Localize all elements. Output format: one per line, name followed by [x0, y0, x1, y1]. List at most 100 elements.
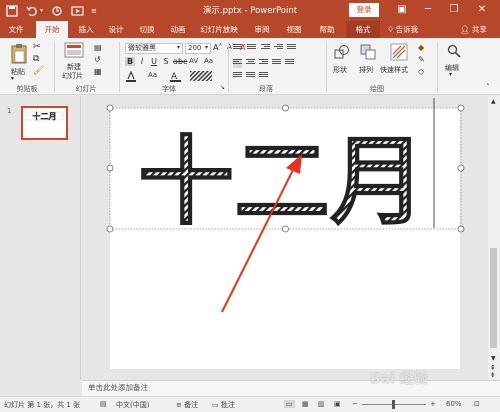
scroll-up-icon[interactable]: ▲ [491, 98, 496, 105]
layout-icon[interactable]: ▤ [94, 43, 102, 52]
tab-format[interactable]: 格式 [346, 21, 380, 38]
next-slide-icon[interactable]: ⇟ [490, 371, 496, 379]
ribbon-display-options-icon[interactable]: ▣ [392, 2, 412, 18]
shapes-icon[interactable] [334, 44, 350, 60]
tab-slideshow[interactable]: 幻灯片放映 [196, 21, 242, 38]
character-spacing-icon[interactable]: AV [189, 57, 198, 65]
notes-pane[interactable]: 单击此处添加备注 [82, 380, 500, 396]
group-divider [54, 42, 55, 92]
increase-indent-icon[interactable] [274, 44, 283, 53]
editing-dropdown-icon[interactable]: ▾ [449, 71, 452, 78]
resize-handle-right[interactable] [457, 164, 465, 172]
tab-animations[interactable]: 动画 [164, 21, 192, 38]
decrease-indent-icon[interactable] [261, 44, 270, 53]
tab-file[interactable]: 文件 [3, 21, 29, 38]
language-status[interactable]: 中文(中国) [116, 400, 149, 410]
slide-thumbnail[interactable]: 十二月 [21, 106, 68, 140]
italic-button[interactable]: I [137, 57, 147, 66]
new-slide-label-2[interactable]: 幻灯片 [62, 71, 83, 81]
find-icon[interactable] [447, 44, 461, 58]
comments-toggle[interactable]: ▭ 批注 [212, 400, 235, 410]
arrange-label[interactable]: 排列 [359, 65, 373, 75]
tell-me-search[interactable]: 💡︎ 告诉我 [388, 21, 418, 38]
zoom-in-icon[interactable]: + [430, 400, 436, 408]
tab-help[interactable]: 帮助 [313, 21, 341, 38]
font-name-select[interactable]: 微软雅黑 [125, 43, 183, 54]
copy-icon[interactable]: ⧉ [33, 54, 39, 64]
new-slide-icon[interactable] [64, 42, 86, 60]
tab-view[interactable]: 视图 [280, 21, 308, 38]
shapes-label[interactable]: 形状 [333, 65, 347, 75]
bold-button[interactable]: B [125, 57, 135, 66]
ribbon-tabs: 文件 开始 插入 设计 切换 动画 幻灯片放映 审阅 视图 帮助 格式 💡︎ 告… [0, 21, 500, 38]
restore-icon[interactable]: ❐ [444, 2, 464, 18]
align-text-icon[interactable] [246, 72, 255, 81]
notes-toggle[interactable]: ≡ 备注 [176, 400, 198, 410]
tab-insert[interactable]: 插入 [72, 21, 100, 38]
zoom-out-icon[interactable]: − [352, 400, 358, 408]
format-painter-icon[interactable]: 🖌︎ [33, 66, 44, 76]
bullets-icon[interactable] [233, 44, 242, 53]
font-size-dropdown-icon[interactable]: ▾ [205, 44, 208, 51]
paste-icon[interactable] [10, 43, 28, 65]
paste-dropdown-icon[interactable]: ▾ [11, 75, 14, 82]
text-direction-icon[interactable] [233, 72, 242, 81]
resize-handle-top-left[interactable] [106, 104, 114, 112]
font-color-icon[interactable]: Aa [148, 71, 157, 79]
slideshow-view-icon[interactable]: ▣ [334, 400, 341, 408]
columns-icon[interactable] [285, 59, 294, 68]
share-button[interactable]: 👤︎ 共享 [460, 21, 487, 38]
reset-icon[interactable]: ↺ [94, 55, 101, 64]
convert-smartart-icon[interactable] [259, 72, 268, 81]
tab-design[interactable]: 设计 [102, 21, 130, 38]
line-spacing-icon[interactable] [287, 44, 296, 53]
shadow-button[interactable]: S [161, 57, 171, 66]
zoom-level[interactable]: 60% [446, 400, 462, 408]
resize-handle-bottom-left[interactable] [106, 225, 114, 233]
spelling-icon[interactable]: ▤ [100, 400, 107, 408]
resize-handle-top-right[interactable] [457, 104, 465, 112]
tab-review[interactable]: 审阅 [248, 21, 276, 38]
arrange-icon[interactable] [360, 44, 376, 60]
underline-button[interactable]: U [149, 57, 159, 66]
cut-icon[interactable]: ✂ [33, 42, 41, 52]
resize-handle-bottom-right[interactable] [457, 225, 465, 233]
zoom-slider-thumb[interactable] [392, 400, 395, 409]
fit-to-window-icon[interactable]: ⊡ [474, 400, 480, 408]
comments-icon: ▭ [212, 401, 219, 409]
notes-toggle-label: 备注 [184, 401, 199, 409]
align-left-icon[interactable] [233, 59, 242, 68]
group-divider [326, 42, 327, 92]
strikethrough-button[interactable]: abc [173, 57, 187, 66]
text-fill-icon[interactable]: A [170, 71, 182, 82]
collapse-ribbon-icon[interactable]: ˄ [486, 83, 490, 91]
resize-handle-top[interactable] [282, 104, 289, 112]
section-icon[interactable]: ▦ [94, 67, 102, 76]
shape-effects-icon[interactable]: ◇ [418, 67, 424, 76]
shape-fill-icon[interactable]: ◆ [418, 43, 424, 52]
tab-transitions[interactable]: 切换 [133, 21, 161, 38]
align-center-icon[interactable] [246, 59, 255, 68]
justify-icon[interactable] [272, 59, 281, 68]
login-button[interactable]: 登录 [349, 3, 379, 17]
numbering-icon[interactable] [247, 44, 256, 53]
normal-view-icon[interactable]: ▭ [284, 400, 295, 408]
reading-view-icon[interactable]: ▥ [318, 400, 325, 408]
font-name-dropdown-icon[interactable]: ▾ [177, 44, 180, 51]
shape-outline-icon[interactable]: ✎ [418, 55, 425, 64]
font-dialog-launcher-icon[interactable]: ↘ [220, 84, 225, 91]
change-case-icon[interactable]: Aa [204, 57, 213, 65]
quick-styles-icon[interactable] [390, 43, 408, 61]
resize-handle-left[interactable] [106, 164, 114, 172]
scrollbar-thumb[interactable] [490, 248, 497, 348]
tab-home[interactable]: 开始 [36, 21, 68, 38]
scroll-down-icon[interactable]: ▼ [491, 355, 496, 362]
quick-styles-label[interactable]: 快速样式 [380, 65, 408, 75]
slide-sorter-icon[interactable]: ▦ [302, 400, 309, 408]
align-right-icon[interactable] [259, 59, 268, 68]
minimize-icon[interactable]: ─ [418, 2, 438, 18]
pattern-swatch-icon[interactable] [190, 71, 212, 82]
increase-font-size-icon[interactable]: A˄ [213, 43, 222, 52]
close-icon[interactable]: ✕ [472, 2, 492, 18]
highlight-icon[interactable] [125, 71, 137, 82]
